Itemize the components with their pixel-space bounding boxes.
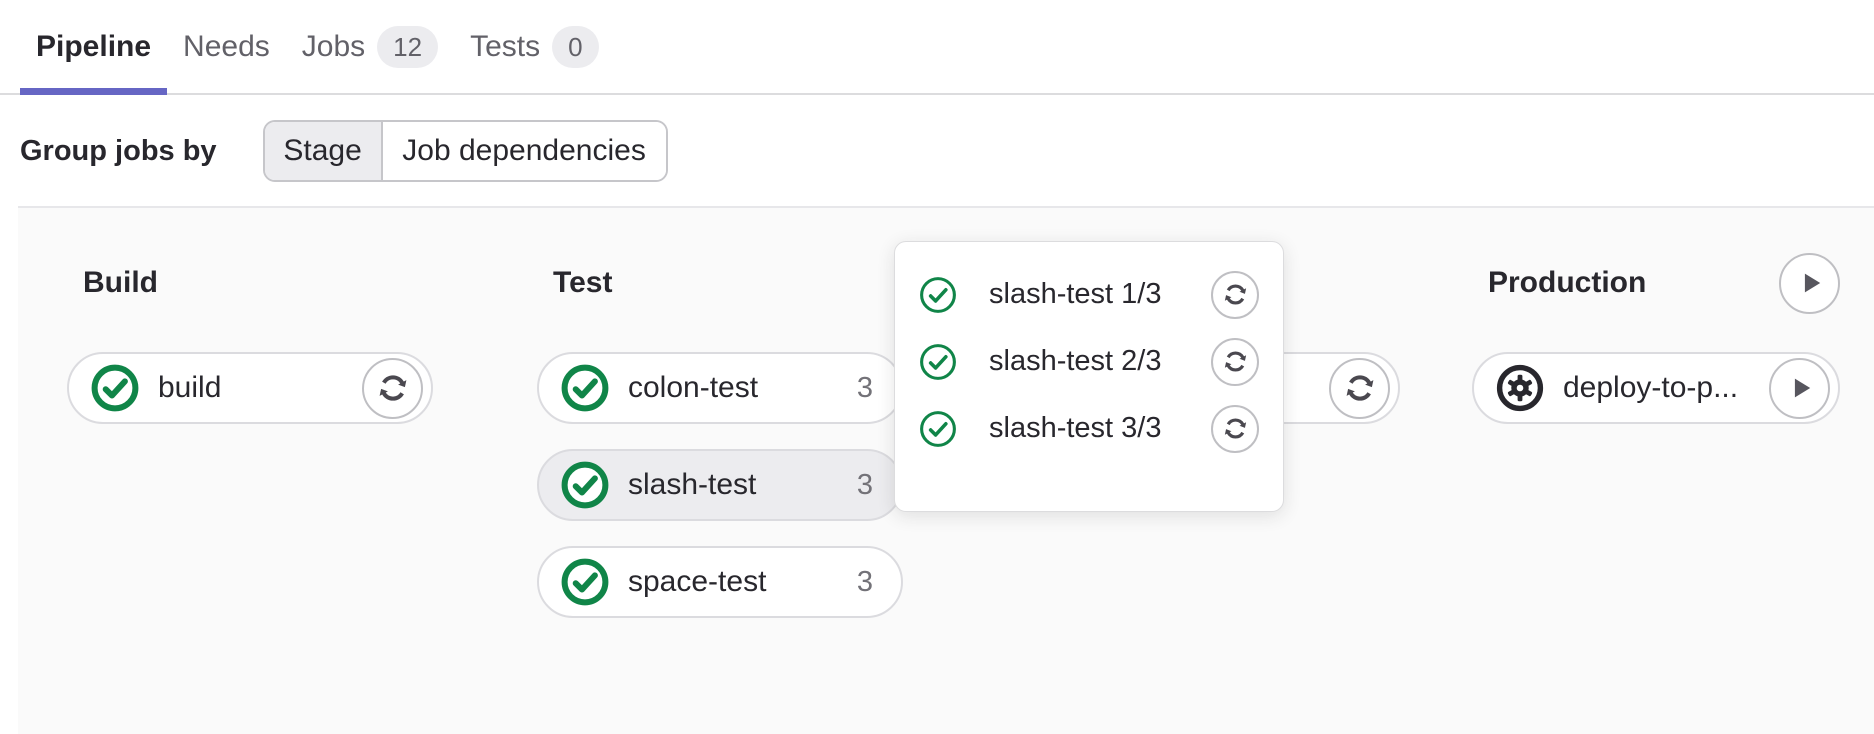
- job-name: deploy-to-p...: [1563, 371, 1769, 405]
- group-by-job-dependencies-label: Job dependencies: [402, 134, 646, 168]
- job-name: slash-test 1/3: [989, 278, 1211, 311]
- job-pill-slash-test[interactable]: slash-test 3: [537, 449, 903, 521]
- tab-tests[interactable]: Tests 0: [454, 0, 615, 93]
- job-name: build: [158, 371, 362, 405]
- stage-header-test: Test: [537, 252, 903, 314]
- retry-job-button[interactable]: [1211, 405, 1259, 453]
- stage-header-production: Production: [1472, 252, 1840, 314]
- job-pill-space-test[interactable]: space-test 3: [537, 546, 903, 618]
- job-pill-deploy-to-production[interactable]: deploy-to-p...: [1472, 352, 1840, 424]
- dropdown-job-slash-test-2[interactable]: slash-test 2/3: [919, 328, 1259, 395]
- retry-job-button[interactable]: [362, 358, 423, 419]
- pipeline-tabbar: Pipeline Needs Jobs 12 Tests 0: [0, 0, 1874, 95]
- retry-job-button[interactable]: [1211, 271, 1259, 319]
- job-pill-colon-test[interactable]: colon-test 3: [537, 352, 903, 424]
- stage-column-build: Build build: [67, 208, 433, 449]
- retry-icon: [1343, 371, 1377, 405]
- play-stage-button[interactable]: [1779, 253, 1840, 314]
- stage-header-build: Build: [67, 252, 433, 314]
- retry-job-button[interactable]: [1329, 358, 1390, 419]
- stage-title-test: Test: [553, 266, 612, 300]
- group-by-stage-button[interactable]: Stage: [265, 122, 383, 180]
- status-success-icon: [919, 410, 957, 448]
- group-jobs-by-label: Group jobs by: [20, 135, 217, 168]
- group-by-stage-label: Stage: [283, 134, 361, 168]
- job-name: space-test: [628, 565, 857, 599]
- job-pill-build[interactable]: build: [67, 352, 433, 424]
- status-success-icon: [561, 364, 609, 412]
- tab-needs[interactable]: Needs: [167, 0, 286, 93]
- play-icon: [1783, 371, 1817, 405]
- parallel-jobs-count: 3: [857, 469, 873, 502]
- group-by-job-dependencies-button[interactable]: Job dependencies: [383, 122, 666, 180]
- group-jobs-by-row: Group jobs by Stage Job dependencies: [20, 120, 668, 182]
- dropdown-job-slash-test-3[interactable]: slash-test 3/3: [919, 395, 1259, 462]
- job-name: slash-test: [628, 468, 857, 502]
- group-by-segmented-control: Stage Job dependencies: [263, 120, 668, 182]
- stage-title-build: Build: [83, 266, 158, 300]
- tab-pipeline-label: Pipeline: [36, 30, 151, 64]
- status-manual-icon: [1496, 364, 1544, 412]
- jobs-count-badge: 12: [377, 26, 438, 68]
- tests-count-badge: 0: [552, 26, 598, 68]
- job-name: colon-test: [628, 371, 857, 405]
- tab-pipeline[interactable]: Pipeline: [20, 0, 167, 93]
- tab-jobs-label: Jobs: [302, 30, 365, 64]
- retry-icon: [1222, 348, 1249, 375]
- play-icon: [1793, 266, 1827, 300]
- tab-tests-label: Tests: [470, 30, 540, 64]
- dropdown-job-slash-test-1[interactable]: slash-test 1/3: [919, 261, 1259, 328]
- status-success-icon: [919, 276, 957, 314]
- stage-column-test: Test colon-test 3 slash-test 3 space-tes…: [537, 208, 903, 643]
- tab-jobs[interactable]: Jobs 12: [286, 0, 454, 93]
- retry-icon: [1222, 415, 1249, 442]
- job-name: slash-test 2/3: [989, 345, 1211, 378]
- parallel-jobs-count: 3: [857, 566, 873, 599]
- stage-column-production: Production deploy-to-p...: [1472, 208, 1840, 449]
- retry-icon: [376, 371, 410, 405]
- status-success-icon: [561, 558, 609, 606]
- play-job-button[interactable]: [1769, 358, 1830, 419]
- parallel-jobs-count: 3: [857, 372, 873, 405]
- parallel-jobs-dropdown: slash-test 1/3 slash-test 2/3 slash-test…: [894, 241, 1284, 512]
- retry-icon: [1222, 281, 1249, 308]
- job-name: slash-test 3/3: [989, 412, 1211, 445]
- tab-needs-label: Needs: [183, 30, 270, 64]
- status-success-icon: [561, 461, 609, 509]
- retry-job-button[interactable]: [1211, 338, 1259, 386]
- stage-title-production: Production: [1488, 266, 1646, 300]
- status-success-icon: [91, 364, 139, 412]
- status-success-icon: [919, 343, 957, 381]
